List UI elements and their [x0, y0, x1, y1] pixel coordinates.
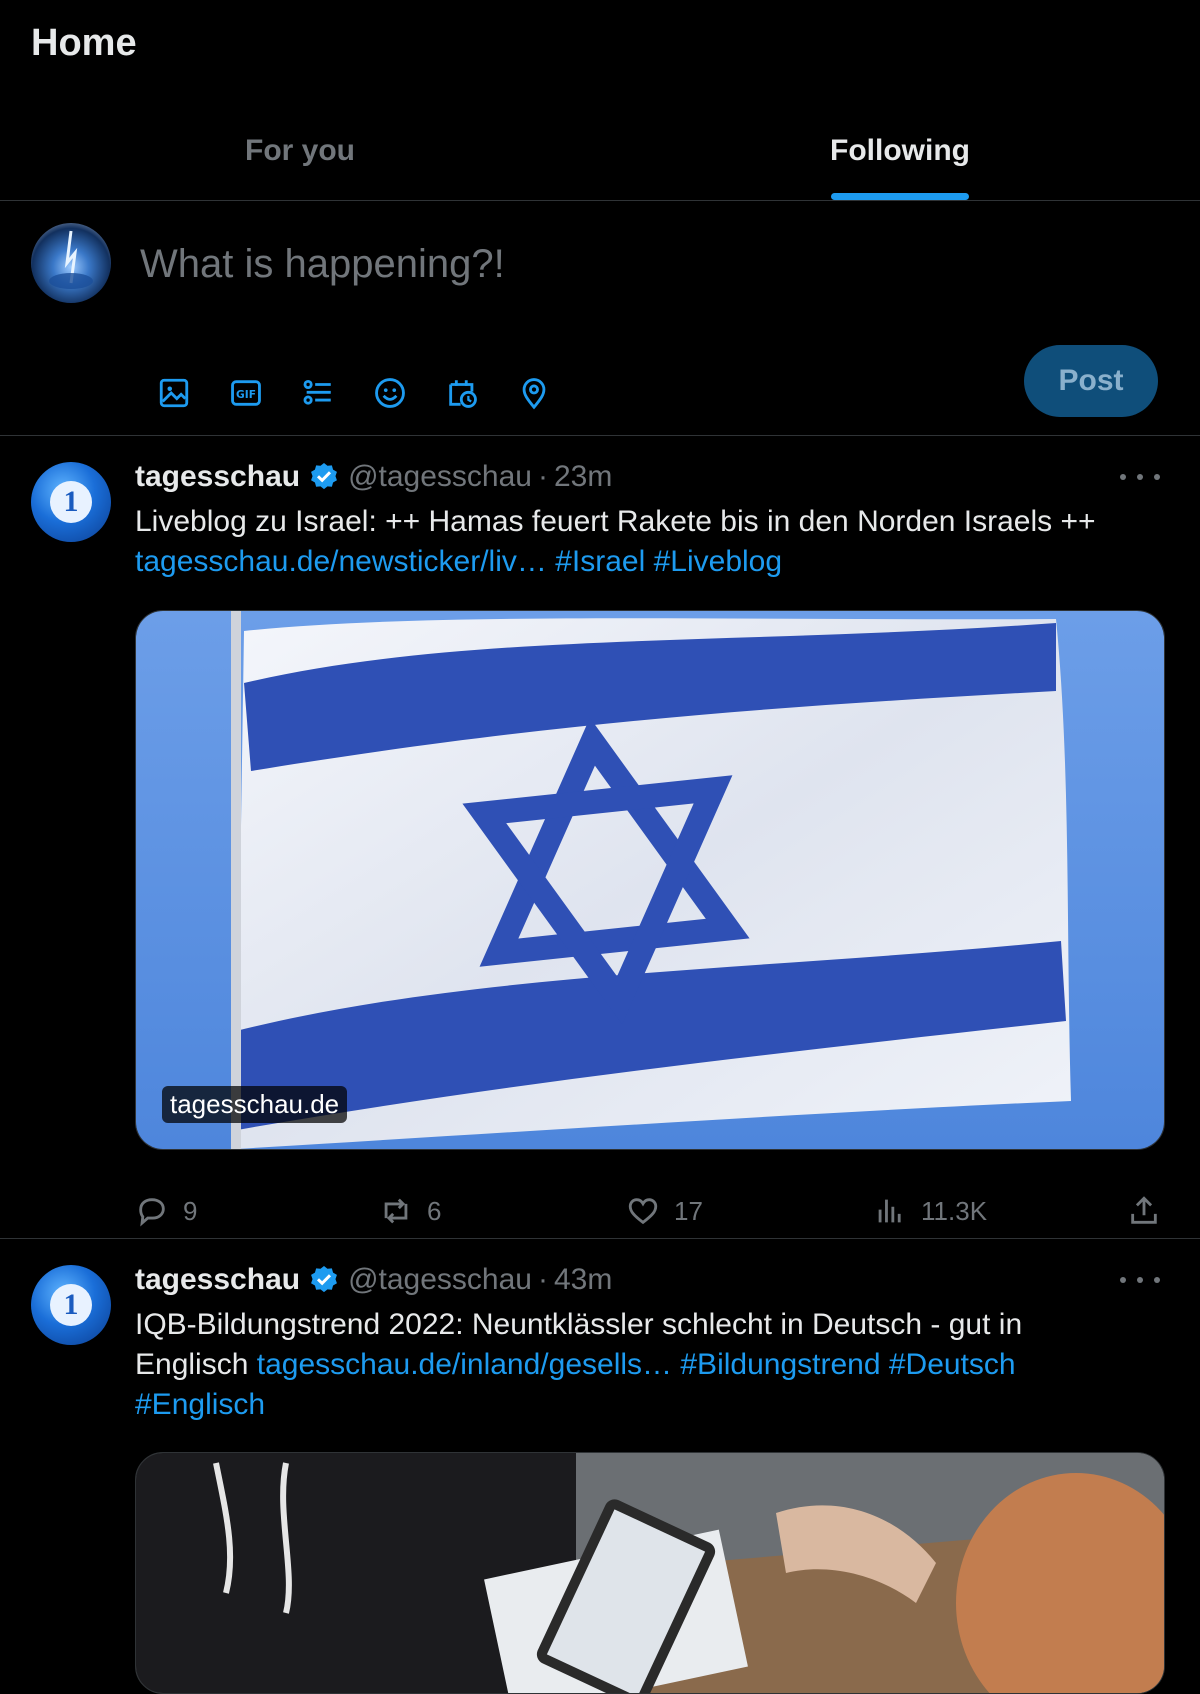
post-button[interactable]: Post — [1024, 345, 1158, 417]
tweet-header: tagesschau @tagesschau · 43m — [135, 1263, 612, 1297]
israel-flag-image — [136, 611, 1164, 1149]
share-icon — [1131, 1196, 1157, 1224]
compose-input[interactable] — [138, 233, 1022, 295]
tweet-header: tagesschau @tagesschau · 23m — [135, 460, 612, 494]
active-tab-indicator — [831, 193, 969, 200]
tab-for-you[interactable]: For you — [0, 112, 600, 200]
tagesschau-logo-icon: 1 — [50, 1284, 92, 1326]
composer-toolbar: GIF — [138, 361, 570, 425]
image-icon[interactable] — [138, 361, 210, 425]
timeline-tabs: For you Following — [0, 112, 1200, 200]
author-handle[interactable]: @tagesschau — [348, 1263, 532, 1297]
hashtag[interactable]: #Englisch — [135, 1388, 265, 1421]
avatar[interactable]: 1 — [31, 1265, 111, 1345]
like-count: 17 — [674, 1195, 703, 1226]
tweet-actions: 9 6 17 11.3K — [135, 1186, 1175, 1236]
more-options-icon[interactable] — [1120, 1265, 1160, 1295]
tagesschau-logo-icon: 1 — [50, 481, 92, 523]
tweet-media-card[interactable] — [135, 1452, 1165, 1694]
avatar[interactable] — [31, 223, 111, 303]
more-options-icon[interactable] — [1120, 462, 1160, 492]
timestamp[interactable]: 23m — [554, 460, 612, 494]
emoji-icon[interactable] — [354, 361, 426, 425]
page-title: Home — [31, 22, 137, 64]
gif-icon[interactable]: GIF — [210, 361, 282, 425]
media-source-label: tagesschau.de — [162, 1086, 348, 1123]
tab-following[interactable]: Following — [600, 112, 1200, 200]
like-button[interactable]: 17 — [626, 1194, 873, 1228]
verified-badge-icon — [311, 463, 338, 490]
views-count: 11.3K — [921, 1195, 988, 1226]
share-button[interactable] — [1127, 1194, 1175, 1228]
location-icon[interactable] — [498, 361, 570, 425]
views-icon — [878, 1199, 901, 1223]
verified-badge-icon — [311, 1266, 338, 1293]
author-name[interactable]: tagesschau — [135, 1263, 300, 1297]
author-handle[interactable]: @tagesschau — [348, 460, 532, 494]
tweet-text: Liveblog zu Israel: ++ Hamas feuert Rake… — [135, 502, 1145, 582]
views-button[interactable]: 11.3K — [873, 1194, 1127, 1228]
poll-icon[interactable] — [282, 361, 354, 425]
tweet-media-card[interactable]: tagesschau.de — [135, 610, 1165, 1150]
post-composer: GIF Post — [0, 201, 1200, 436]
schedule-icon[interactable] — [426, 361, 498, 425]
tweet-body: Englisch — [135, 1348, 249, 1381]
timeline-header: Home For you Following — [0, 0, 1200, 201]
separator: · — [537, 1263, 548, 1296]
avatar[interactable]: 1 — [31, 462, 111, 542]
hashtag[interactable]: #Bildungstrend — [680, 1348, 880, 1381]
classroom-photo-image — [136, 1453, 1164, 1693]
tab-label: For you — [245, 134, 355, 167]
author-name[interactable]: tagesschau — [135, 460, 300, 494]
heart-icon — [628, 1198, 658, 1225]
tweet-link[interactable]: tagesschau.de/newsticker/liv… — [135, 545, 547, 578]
repost-icon — [384, 1198, 408, 1224]
tweet-text: IQB-Bildungstrend 2022: Neuntklässler sc… — [135, 1305, 1145, 1425]
repost-count: 6 — [427, 1195, 442, 1226]
tweet-body: Liveblog zu Israel: ++ Hamas feuert Rake… — [135, 505, 1096, 538]
reply-button[interactable]: 9 — [135, 1194, 379, 1228]
repost-button[interactable]: 6 — [379, 1194, 626, 1228]
hashtag[interactable]: #Deutsch — [889, 1348, 1016, 1381]
svg-text:GIF: GIF — [236, 388, 256, 401]
hashtag[interactable]: #Liveblog — [654, 545, 782, 578]
tweet[interactable]: 1 tagesschau @tagesschau · 23m Liveblog … — [0, 436, 1200, 1239]
reply-count: 9 — [183, 1195, 198, 1226]
timestamp[interactable]: 43m — [554, 1263, 612, 1297]
tweet-link[interactable]: tagesschau.de/inland/gesells… — [257, 1348, 672, 1381]
hashtag[interactable]: #Israel — [555, 545, 645, 578]
reply-icon — [139, 1198, 165, 1227]
tweet-body: IQB-Bildungstrend 2022: Neuntklässler sc… — [135, 1308, 1023, 1341]
separator: · — [537, 460, 548, 493]
tab-label: Following — [830, 134, 970, 167]
